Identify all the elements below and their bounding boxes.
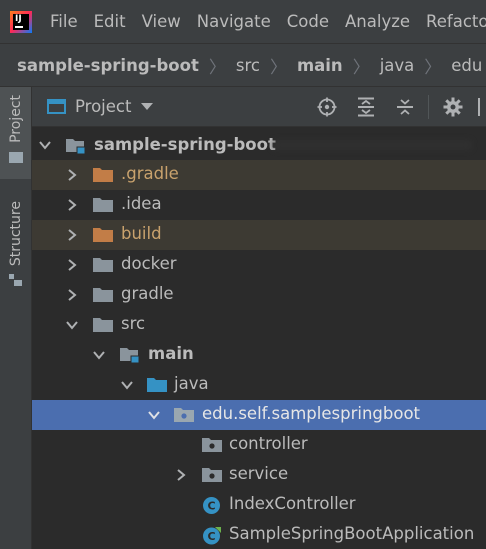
collapse-all-icon — [396, 98, 413, 115]
module-folder-icon — [66, 138, 86, 155]
toolwindow-title[interactable]: Project — [75, 97, 131, 116]
source-root-icon — [147, 377, 167, 392]
chevron-down-icon[interactable] — [147, 408, 161, 422]
svg-text:C: C — [207, 500, 215, 513]
minimize-icon — [478, 97, 480, 116]
chevron-down-icon[interactable] — [65, 318, 79, 332]
menu-edit[interactable]: Edit — [94, 12, 126, 31]
svg-text:C: C — [207, 530, 215, 543]
tree-label: SampleSpringBootApplication — [229, 524, 475, 543]
menu-code[interactable]: Code — [287, 12, 329, 31]
tree-label: main — [148, 344, 194, 363]
tree-label: .idea — [121, 194, 162, 213]
folder-icon — [93, 317, 113, 332]
tree-row-main[interactable]: main — [32, 340, 486, 370]
excluded-folder-icon — [93, 227, 113, 242]
spring-boot-class-icon: C — [202, 526, 222, 546]
chevron-right-icon[interactable] — [65, 198, 79, 212]
chevron-right-icon[interactable] — [65, 228, 79, 242]
package-icon — [174, 407, 194, 422]
tree-label: sample-spring-boot — [94, 135, 276, 154]
select-opened-file-button[interactable] — [307, 87, 346, 127]
structure-tool-tab[interactable]: Structure — [0, 197, 31, 293]
chevron-down-icon[interactable] — [92, 348, 106, 362]
tree-label: java — [174, 374, 209, 393]
breadcrumb-edu[interactable]: edu — [451, 56, 482, 75]
tree-row-idea[interactable]: .idea — [32, 190, 486, 220]
tree-row-controller[interactable]: controller — [32, 430, 486, 460]
folder-icon — [8, 151, 23, 163]
chevron-right-icon[interactable] — [174, 468, 188, 482]
menu-file[interactable]: File — [50, 12, 78, 31]
project-tool-tab[interactable]: Project — [0, 87, 31, 179]
project-view-icon — [47, 99, 66, 114]
path-hint-blurred — [272, 140, 472, 150]
gear-icon — [443, 97, 462, 116]
breadcrumb-java[interactable]: java — [380, 56, 415, 75]
tree-row-src[interactable]: src — [32, 310, 486, 340]
chevron-right-icon[interactable] — [65, 168, 79, 182]
tree-row-project-root[interactable]: sample-spring-boot — [32, 130, 486, 160]
expand-all-button[interactable] — [346, 87, 385, 127]
menu-bar: IJ File Edit View Navigate Code Analyze … — [0, 0, 486, 43]
project-tool-tab-label: Project — [7, 95, 24, 143]
tree-row-index-controller[interactable]: C IndexController — [32, 490, 486, 520]
menu-navigate[interactable]: Navigate — [197, 12, 271, 31]
tree-row-build[interactable]: build — [32, 220, 486, 250]
breadcrumb-separator-icon: 〉 — [208, 57, 226, 78]
settings-button[interactable] — [433, 87, 472, 127]
structure-tool-tab-label: Structure — [7, 201, 24, 267]
tree-row-package-root[interactable]: edu.self.samplespringboot — [32, 400, 486, 430]
module-folder-icon — [120, 347, 140, 364]
chevron-down-icon[interactable] — [38, 138, 52, 152]
breadcrumb: sample-spring-boot 〉 src 〉 main 〉 java 〉… — [0, 43, 486, 87]
chevron-right-icon[interactable] — [65, 288, 79, 302]
tree-row-gradle-cache[interactable]: .gradle — [32, 160, 486, 190]
breadcrumb-main[interactable]: main — [297, 56, 343, 75]
structure-icon — [9, 274, 22, 287]
tree-label: src — [121, 314, 146, 333]
folder-icon — [93, 257, 113, 272]
project-tree: sample-spring-boot .gradle .idea build d… — [32, 127, 486, 549]
menu-view[interactable]: View — [142, 12, 181, 31]
tree-row-java[interactable]: java — [32, 370, 486, 400]
project-toolwindow-header: Project — [32, 87, 486, 127]
tree-label: build — [121, 224, 162, 243]
chevron-down-icon[interactable] — [120, 378, 134, 392]
menu-analyze[interactable]: Analyze — [345, 12, 410, 31]
tree-label: service — [229, 464, 289, 483]
tree-label: .gradle — [121, 164, 179, 183]
tree-row-application[interactable]: C SampleSpringBootApplication — [32, 520, 486, 549]
tree-row-service[interactable]: service — [32, 460, 486, 490]
breadcrumb-src[interactable]: src — [236, 56, 260, 75]
toolbar-divider — [428, 94, 429, 119]
breadcrumb-separator-icon: 〉 — [424, 57, 442, 78]
tool-window-stripe: Project Structure — [0, 87, 32, 549]
menu-refactor[interactable]: Refactor — [426, 12, 486, 31]
collapse-all-button[interactable] — [385, 87, 424, 127]
view-dropdown-chevron-down-icon[interactable] — [141, 103, 154, 110]
tree-row-gradle[interactable]: gradle — [32, 280, 486, 310]
tree-label: gradle — [121, 284, 174, 303]
tree-label: edu.self.samplespringboot — [202, 404, 421, 423]
excluded-folder-icon — [93, 167, 113, 182]
tree-label: controller — [229, 434, 308, 453]
hide-button[interactable] — [472, 87, 486, 127]
tree-label: docker — [121, 254, 177, 273]
tree-row-docker[interactable]: docker — [32, 250, 486, 280]
java-class-icon: C — [202, 496, 221, 515]
package-icon — [202, 437, 222, 452]
expand-all-icon — [357, 97, 374, 116]
package-icon — [202, 467, 222, 482]
folder-icon — [93, 197, 113, 212]
intellij-logo-icon[interactable]: IJ — [10, 10, 32, 33]
folder-icon — [93, 287, 113, 302]
tree-label: IndexController — [229, 494, 356, 513]
chevron-right-icon[interactable] — [65, 258, 79, 272]
crosshair-icon — [317, 97, 336, 116]
breadcrumb-separator-icon: 〉 — [352, 57, 370, 78]
breadcrumb-separator-icon: 〉 — [269, 57, 287, 78]
breadcrumb-project[interactable]: sample-spring-boot — [17, 56, 199, 75]
